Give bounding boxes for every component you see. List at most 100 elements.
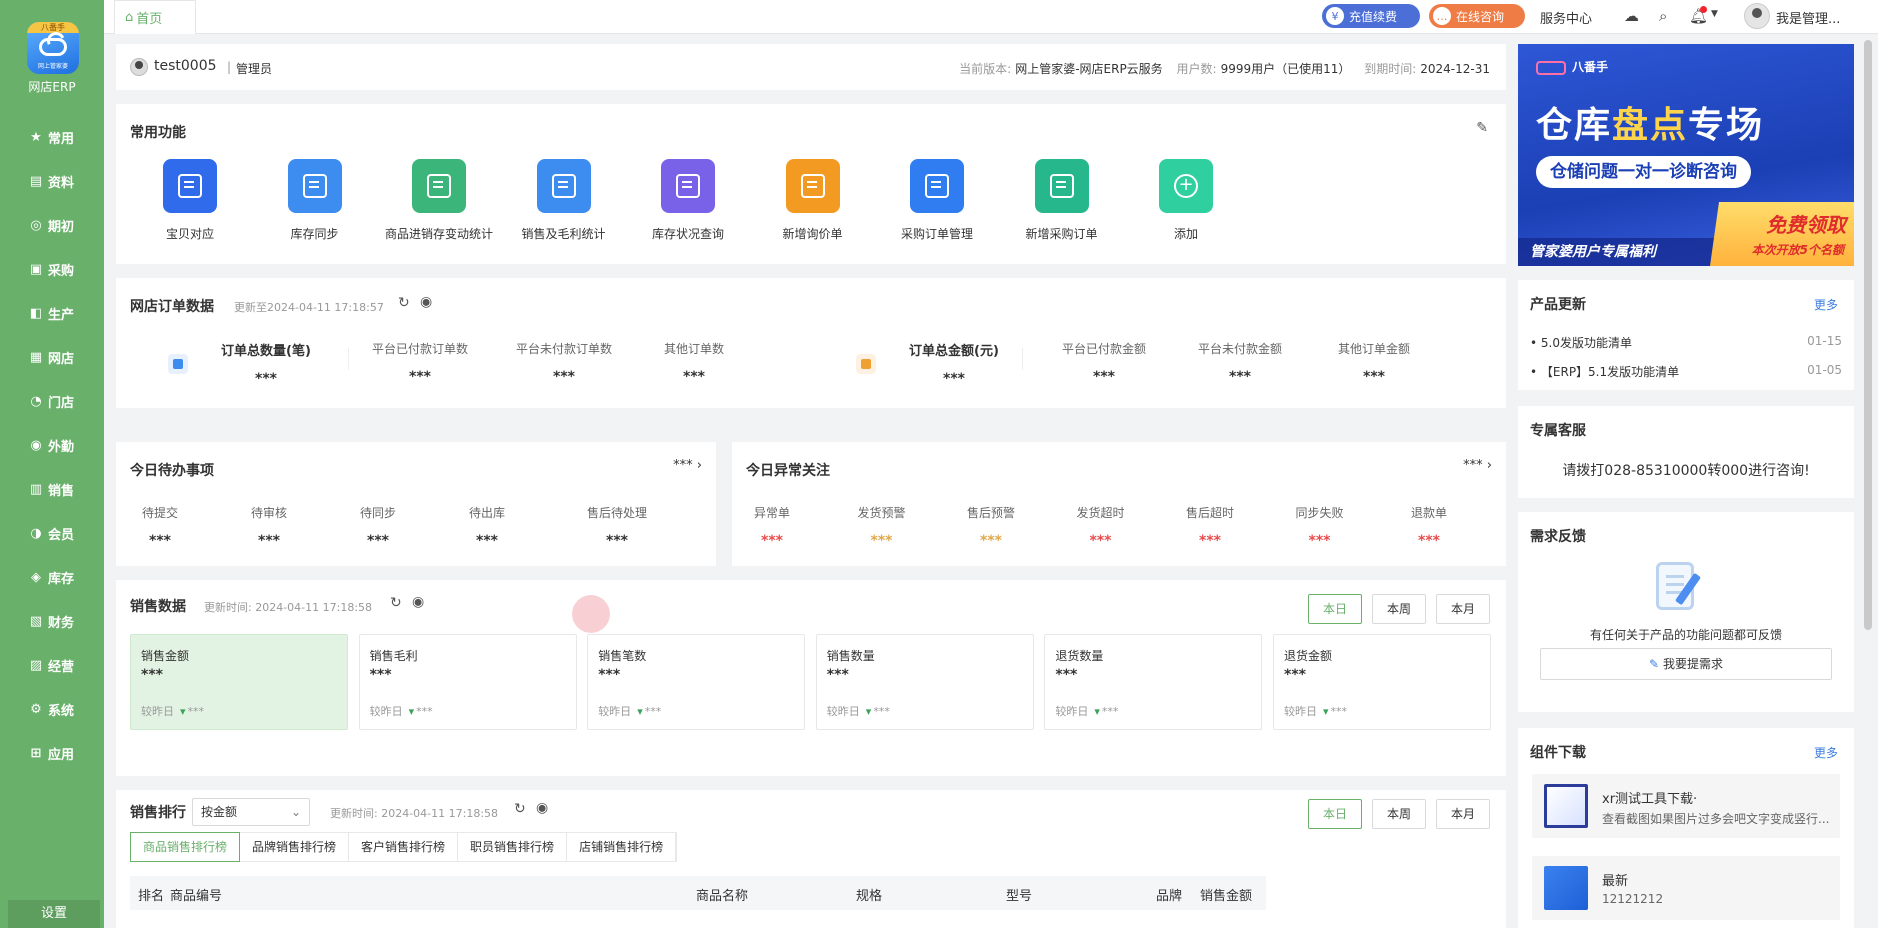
- function-item-2[interactable]: 商品进销存变动统计: [379, 159, 499, 242]
- period-button[interactable]: 本日: [1308, 799, 1362, 829]
- anomaly-item[interactable]: 同步失败 ***: [1275, 504, 1365, 549]
- scrollbar[interactable]: [1864, 40, 1872, 920]
- anomaly-item[interactable]: 异常单 ***: [727, 504, 817, 549]
- sidebar-item-3[interactable]: ▣ 采购: [0, 247, 104, 291]
- sales-card[interactable]: 销售笔数 *** 较昨日 ▾ ***: [587, 634, 806, 730]
- refresh-icon[interactable]: ↻: [390, 595, 402, 611]
- todo-item[interactable]: 待出库 ***: [442, 504, 532, 549]
- sales-card[interactable]: 销售金额 *** 较昨日 ▾ ***: [130, 634, 348, 730]
- ranking-column-header[interactable]: 品牌: [1156, 885, 1182, 904]
- download-item[interactable]: 最新 12121212: [1532, 856, 1840, 920]
- ranking-tab[interactable]: 商品销售排行榜: [130, 832, 241, 862]
- period-button[interactable]: 本月: [1436, 799, 1490, 829]
- refresh-icon[interactable]: ↻: [398, 295, 410, 311]
- sidebar-item-label: 资料: [48, 175, 75, 191]
- sidebar-item-9[interactable]: ◑ 会员: [0, 511, 104, 555]
- todo-item[interactable]: 待提交 ***: [115, 504, 205, 549]
- sales-card[interactable]: 销售数量 *** 较昨日 ▾ ***: [815, 634, 1034, 730]
- sidebar-item-6[interactable]: ◔ 门店: [0, 379, 104, 423]
- function-item-6[interactable]: 采购订单管理: [877, 159, 997, 242]
- todo-item[interactable]: 待同步 ***: [333, 504, 423, 549]
- search-icon[interactable]: ⌕: [1659, 7, 1667, 25]
- avatar[interactable]: [1744, 3, 1770, 29]
- anomaly-label: 发货超时: [1076, 506, 1125, 520]
- sidebar-item-8[interactable]: ▥ 销售: [0, 467, 104, 511]
- ranking-tab[interactable]: 店铺销售排行榜: [567, 833, 677, 861]
- product-updates-more-link[interactable]: 更多: [1814, 296, 1838, 313]
- function-item-4[interactable]: 库存状况查询: [628, 159, 748, 242]
- sales-data-panel: 销售数据 更新时间: 2024-04-11 17:18:58 ↻ ◉ 本日 本周本…: [116, 580, 1506, 776]
- function-label: 采购订单管理: [900, 227, 973, 241]
- ranking-column-header[interactable]: 排名: [138, 885, 164, 904]
- function-item-1[interactable]: 库存同步: [255, 159, 375, 242]
- eye-icon[interactable]: ◉: [536, 800, 548, 816]
- sales-card[interactable]: 退货金额 *** 较昨日 ▾ ***: [1273, 634, 1491, 730]
- promo-banner[interactable]: 八番手 仓库盘点专场 仓储问题一对一诊断咨询 管家婆用户专属福利 免费领取 本次…: [1518, 44, 1854, 266]
- ranking-sort-select[interactable]: 按金额 ⌄: [192, 798, 310, 826]
- sidebar-item-7[interactable]: ◉ 外勤: [0, 423, 104, 467]
- ranking-column-header[interactable]: 规格: [856, 885, 882, 904]
- sales-card-label: 退货金额: [1284, 649, 1333, 663]
- period-button[interactable]: 本周: [1372, 594, 1426, 624]
- period-button[interactable]: 本周: [1372, 799, 1426, 829]
- function-item-5[interactable]: 新增询价单: [753, 159, 873, 242]
- anomaly-item[interactable]: 售后预警 ***: [946, 504, 1036, 549]
- ranking-tab[interactable]: 职员销售排行榜: [458, 833, 568, 861]
- consult-button[interactable]: … 在线咨询: [1429, 4, 1525, 28]
- downloads-more-link[interactable]: 更多: [1814, 744, 1838, 761]
- function-item-3[interactable]: 销售及毛利统计: [504, 159, 624, 242]
- sidebar-item-0[interactable]: ★ 常用: [0, 115, 104, 159]
- ranking-tab[interactable]: 客户销售排行榜: [349, 833, 459, 861]
- refresh-icon[interactable]: ↻: [514, 801, 526, 817]
- sales-card[interactable]: 退货数量 *** 较昨日 ▾ ***: [1044, 634, 1263, 730]
- sales-card[interactable]: 销售毛利 *** 较昨日 ▾ ***: [358, 634, 577, 730]
- ranking-column-header[interactable]: 商品名称: [696, 885, 748, 904]
- cloud-download-icon[interactable]: ☁: [1624, 7, 1639, 25]
- todo-item[interactable]: 售后待处理 ***: [572, 504, 662, 549]
- sidebar-item-12[interactable]: ▨ 经营: [0, 643, 104, 687]
- tab-home[interactable]: ⌂ 首页: [114, 0, 196, 34]
- sidebar-item-10[interactable]: ◈ 库存: [0, 555, 104, 599]
- update-title: • 【ERP】5.1发版功能清单: [1530, 365, 1680, 379]
- anomaly-item[interactable]: 退款单 ***: [1384, 504, 1474, 549]
- sidebar-item-14[interactable]: ⊞ 应用: [0, 731, 104, 775]
- sidebar-item-4[interactable]: ◧ 生产: [0, 291, 104, 335]
- period-button[interactable]: 本日: [1308, 594, 1362, 624]
- anomaly-item[interactable]: 发货预警 ***: [837, 504, 927, 549]
- anomaly-item[interactable]: 发货超时 ***: [1056, 504, 1146, 549]
- separator: [348, 348, 349, 370]
- app-logo[interactable]: 八番手 网上管家婆: [27, 22, 79, 74]
- service-center-link[interactable]: 服务中心: [1540, 8, 1592, 27]
- update-item[interactable]: • 【ERP】5.1发版功能清单 01-05: [1530, 363, 1842, 380]
- sidebar-item-11[interactable]: ▧ 财务: [0, 599, 104, 643]
- todo-more-button[interactable]: *** ›: [673, 458, 702, 473]
- function-item-7[interactable]: 新增采购订单: [1002, 159, 1122, 242]
- download-item[interactable]: xr测试工具下载· 查看截图如果图片过多会吧文字变成竖行...: [1532, 774, 1840, 838]
- edit-icon[interactable]: ✎: [1476, 120, 1488, 136]
- anomaly-more-button[interactable]: *** ›: [1463, 458, 1492, 473]
- ranking-column-header[interactable]: 商品编号: [170, 885, 222, 904]
- tab-home-label: 首页: [136, 12, 163, 27]
- recharge-button[interactable]: ¥ 充值续费: [1322, 4, 1420, 28]
- function-item-8[interactable]: + 添加: [1126, 159, 1246, 242]
- eye-icon[interactable]: ◉: [412, 594, 424, 610]
- ranking-column-header[interactable]: 销售金额: [1200, 885, 1252, 904]
- user-menu[interactable]: 我是管理...: [1776, 8, 1840, 27]
- todo-value: ***: [258, 533, 280, 549]
- period-button[interactable]: 本月: [1436, 594, 1490, 624]
- sidebar-item-13[interactable]: ⚙ 系统: [0, 687, 104, 731]
- anomaly-item[interactable]: 售后超时 ***: [1165, 504, 1255, 549]
- settings-button[interactable]: 设置: [8, 900, 100, 928]
- function-item-0[interactable]: 宝贝对应: [130, 159, 250, 242]
- submit-request-button[interactable]: ✎ 我要提需求: [1540, 648, 1832, 680]
- eye-icon[interactable]: ◉: [420, 294, 432, 310]
- caret-down-icon[interactable]: ▼: [1711, 9, 1718, 19]
- ranking-column-header[interactable]: 型号: [1006, 885, 1032, 904]
- sidebar-item-2[interactable]: ◎ 期初: [0, 203, 104, 247]
- update-item[interactable]: • 5.0发版功能清单 01-15: [1530, 334, 1842, 351]
- scrollbar-thumb[interactable]: [1864, 40, 1872, 630]
- ranking-tab[interactable]: 品牌销售排行榜: [240, 833, 350, 861]
- todo-item[interactable]: 待审核 ***: [224, 504, 314, 549]
- sidebar-item-1[interactable]: ▤ 资料: [0, 159, 104, 203]
- sidebar-item-5[interactable]: ▦ 网店: [0, 335, 104, 379]
